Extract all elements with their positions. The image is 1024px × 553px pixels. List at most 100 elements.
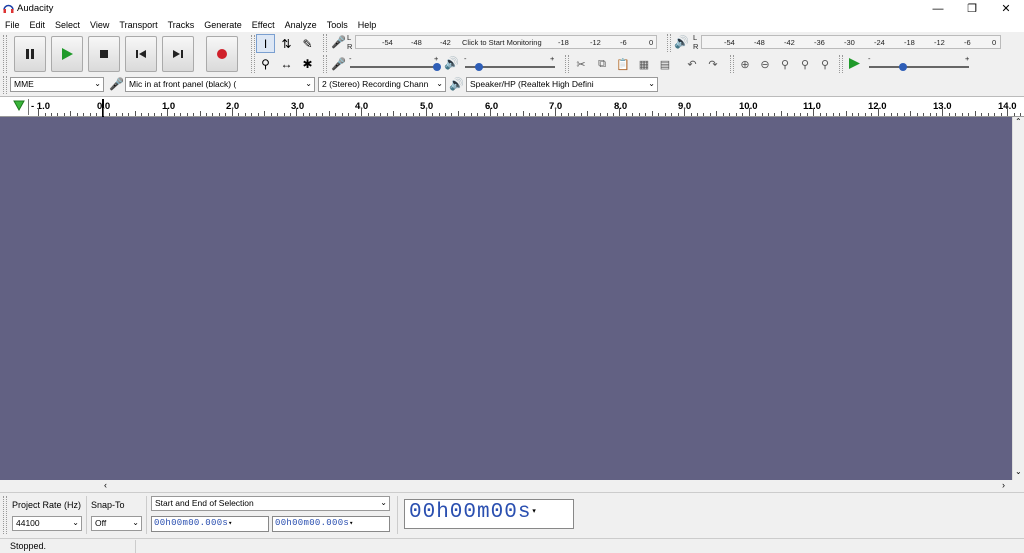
audio-position-time[interactable]: 00h00m00s▾ [404,499,574,529]
multi-tool-icon[interactable]: ✱ [298,54,317,73]
ruler-tick [684,108,685,116]
playback-device-select[interactable]: Speaker/HP (Realtek High Defini ⌄ [466,77,658,92]
playback-volume-knob[interactable] [475,63,483,71]
paste-icon[interactable]: 📋 [614,55,632,73]
scroll-left-icon[interactable]: ‹ [104,480,107,490]
ruler-tick [632,113,634,116]
ruler-tick [406,113,408,116]
selection-mode-select[interactable]: Start and End of Selection ⌄ [151,496,390,511]
ruler-tick [1019,113,1021,116]
timeline-ruler[interactable]: - 1.0 0.0 1.0 2.0 3.0 4.0 5.0 6.0 7.0 8.… [0,96,1024,117]
record-button[interactable] [206,36,238,72]
playback-speed-slider[interactable] [869,66,969,68]
toolbar-grip[interactable] [565,55,569,73]
toolbar-grip[interactable] [3,76,7,94]
ruler-tick [852,113,853,116]
ruler-tick [813,108,815,116]
recording-volume-knob[interactable] [433,63,441,71]
minimize-icon[interactable]: — [921,0,955,17]
undo-icon[interactable]: ↶ [683,55,701,73]
stop-button[interactable] [88,36,120,72]
toolbar-grip[interactable] [730,55,734,73]
ruler-tick [800,113,802,116]
menu-help[interactable]: Help [353,20,382,30]
pause-button[interactable] [14,36,46,72]
envelope-tool-icon[interactable]: ⇅ [277,34,296,53]
toolbar-grip[interactable] [3,35,7,73]
vertical-scrollbar[interactable]: ⌃ ⌄ [1012,117,1024,480]
fit-selection-icon[interactable]: ⚲ [776,55,794,73]
menu-tools[interactable]: Tools [322,20,353,30]
scroll-up-icon[interactable]: ⌃ [1015,117,1022,126]
ruler-tick [315,113,317,116]
redo-icon[interactable]: ↷ [704,55,722,73]
ruler-tick [83,113,85,116]
skip-start-button[interactable] [125,36,157,72]
recording-channels-select[interactable]: 2 (Stereo) Recording Chann ⌄ [318,77,446,92]
scroll-down-icon[interactable]: ⌄ [1015,467,1022,476]
audio-host-select[interactable]: MME ⌄ [10,77,104,92]
menu-edit[interactable]: Edit [25,20,51,30]
silence-icon[interactable]: ▤ [656,55,674,73]
snap-to-select[interactable]: Off ⌄ [91,516,142,531]
copy-icon[interactable]: ⧉ [593,55,611,73]
recording-device-select[interactable]: Mic in at front panel (black) (⌄ [125,77,315,92]
restore-icon[interactable]: ❐ [955,0,989,17]
ruler-tick [864,113,866,116]
microphone-icon[interactable]: 🎤 [331,35,346,49]
track-area[interactable] [0,117,1012,480]
ruler-tick [554,108,556,116]
draw-tool-icon[interactable]: ✎ [298,34,317,53]
close-icon[interactable]: ✕ [989,0,1023,17]
toolbar-grip[interactable] [667,34,671,52]
skip-end-button[interactable] [162,36,194,72]
play-button[interactable] [51,36,83,72]
toolbar-grip[interactable] [251,35,255,73]
ruler-tick [464,113,466,116]
time-format-dropdown-icon[interactable]: ▾ [349,520,354,528]
menu-file[interactable]: File [0,20,25,30]
recording-volume-slider[interactable] [350,66,438,68]
toolbar-grip[interactable] [3,496,7,534]
ruler-tick [690,113,692,116]
play-at-speed-icon[interactable] [848,57,861,70]
toolbar-grip[interactable] [323,55,327,73]
time-format-dropdown-icon[interactable]: ▾ [228,520,233,528]
selection-start-time[interactable]: 00h00m00.000s▾ [151,516,269,532]
zoom-tool-icon[interactable]: ⚲ [256,54,275,73]
ruler-tick [877,108,879,116]
menu-transport[interactable]: Transport [114,20,162,30]
menu-effect[interactable]: Effect [247,20,280,30]
toolbar-grip[interactable] [323,34,327,52]
menu-generate[interactable]: Generate [199,20,247,30]
selection-end-time[interactable]: 00h00m00.000s▾ [272,516,390,532]
zoom-toggle-icon[interactable]: ⚲ [816,55,834,73]
playback-speed-knob[interactable] [899,63,907,71]
fit-project-icon[interactable]: ⚲ [796,55,814,73]
time-format-dropdown-icon[interactable]: ▾ [531,506,537,516]
toolbar-grip[interactable] [839,55,843,73]
selection-tool-icon[interactable]: I [256,34,275,53]
timeshift-tool-icon[interactable]: ↔ [277,54,296,73]
ruler-tick [529,113,530,116]
speaker-icon[interactable]: 🔊 [674,35,689,49]
menu-tracks[interactable]: Tracks [163,20,200,30]
meter-l-label: L [347,33,352,42]
menu-view[interactable]: View [85,20,114,30]
scroll-right-icon[interactable]: › [1002,480,1005,490]
horizontal-scrollbar[interactable]: ‹ › [0,480,1012,492]
ruler-tick [658,113,660,116]
trim-icon[interactable]: ▦ [635,55,653,73]
menu-analyze[interactable]: Analyze [280,20,322,30]
zoom-out-icon[interactable]: ⊖ [756,55,774,73]
ruler-tick [76,113,78,116]
project-rate-select[interactable]: 44100 ⌄ [12,516,82,531]
audio-host-value: MME [14,79,34,89]
ruler-tick [264,111,266,116]
click-to-start-monitoring[interactable]: Click to Start Monitoring [462,38,542,47]
zoom-in-icon[interactable]: ⊕ [736,55,754,73]
cut-icon[interactable]: ✂ [572,55,590,73]
play-head-icon[interactable] [13,100,25,111]
ruler-tick [664,113,666,116]
menu-select[interactable]: Select [50,20,85,30]
